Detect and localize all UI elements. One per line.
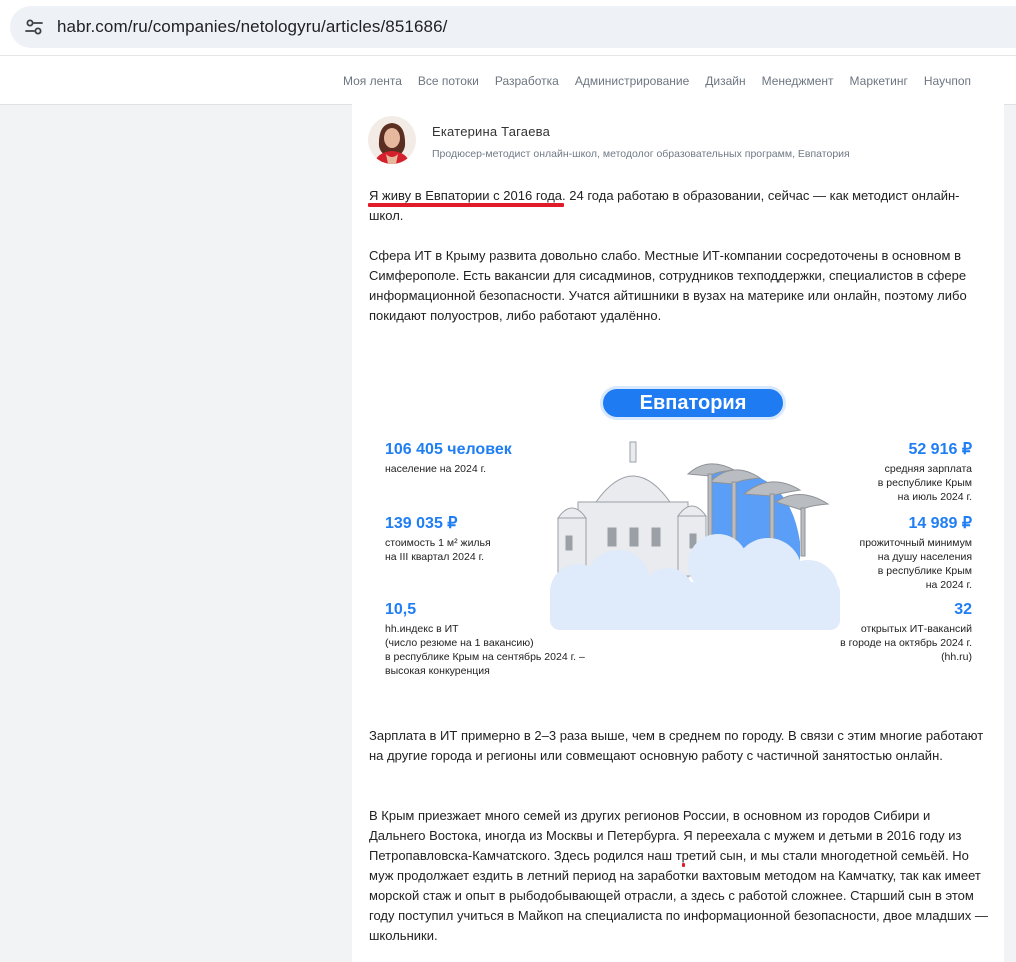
stat-avg-salary: 52 916 ₽ средняя зарплата в республике К… [878,440,972,504]
paragraph-2: Сфера ИТ в Крыму развита довольно слабо.… [369,248,967,323]
stat-hh-index: 10,5 hh.индекс в ИТ (число резюме на 1 в… [385,600,585,678]
stat-label: hh.индекс в ИТ (число резюме на 1 ваканс… [385,623,585,677]
url-text[interactable]: habr.com/ru/companies/netologyru/article… [57,17,447,37]
nav-item-admin[interactable]: Администрирование [575,74,689,88]
site-nav: Моя лента Все потоки Разработка Админист… [0,55,1016,105]
author-avatar[interactable] [368,116,416,164]
stat-subsistence-minimum: 14 989 ₽ прожиточный минимум на душу нас… [860,514,972,592]
author-role: Продюсер-методист онлайн-школ, методолог… [432,148,850,160]
stat-value: 10,5 [385,601,417,618]
stat-value: 139 035 ₽ [385,515,458,532]
stat-population: 106 405 человек население на 2024 г. [385,440,512,476]
stat-label: население на 2024 г. [385,463,487,475]
nav-item-popsci[interactable]: Научпоп [924,74,971,88]
stat-value: 14 989 ₽ [908,515,972,532]
stat-label: прожиточный минимум на душу населения в … [859,537,972,591]
nav-item-all[interactable]: Все потоки [418,74,479,88]
nav-item-dev[interactable]: Разработка [495,74,559,88]
highlight-underline: Я живу в Евпатории с 2016 года [369,188,563,203]
author-block: Екатерина Тагаева Продюсер-методист онла… [368,116,850,164]
browser-address-bar: habr.com/ru/companies/netologyru/article… [0,0,1016,55]
stat-housing-price: 139 035 ₽ стоимость 1 м² жилья на III кв… [385,514,491,564]
infographic-title: Евпатория [600,386,786,420]
article-body: Екатерина Тагаева Продюсер-методист онла… [352,104,1004,962]
paragraph-1: Я живу в Евпатории с 2016 года. 24 года … [369,186,989,226]
stat-it-vacancies: 32 открытых ИТ-вакансий в городе на октя… [840,600,972,664]
stat-value: 32 [954,601,972,618]
stat-value: 106 405 человек [385,441,512,458]
omnibox[interactable]: habr.com/ru/companies/netologyru/article… [10,6,1016,48]
nav-item-marketing[interactable]: Маркетинг [850,74,908,88]
site-settings-icon[interactable] [18,6,54,48]
nav-item-management[interactable]: Менеджмент [762,74,834,88]
nav-item-design[interactable]: Дизайн [705,74,745,88]
paragraph-4: В Крым приезжает много семей из других р… [369,806,989,946]
nav-item-feed[interactable]: Моя лента [343,74,402,88]
stat-label: стоимость 1 м² жилья на III квартал 2024… [385,537,491,563]
stat-value: 52 916 ₽ [908,441,972,458]
infographic-evpatoria: Евпатория 106 405 человек население на 2… [368,376,988,686]
paragraph-3: Зарплата в ИТ примерно в 2–3 раза выше, … [369,728,984,763]
author-name[interactable]: Екатерина Тагаева [432,124,850,139]
stat-label: средняя зарплата в республике Крым на ию… [877,463,972,503]
stat-label: открытых ИТ-вакансий в городе на октябрь… [840,623,972,663]
